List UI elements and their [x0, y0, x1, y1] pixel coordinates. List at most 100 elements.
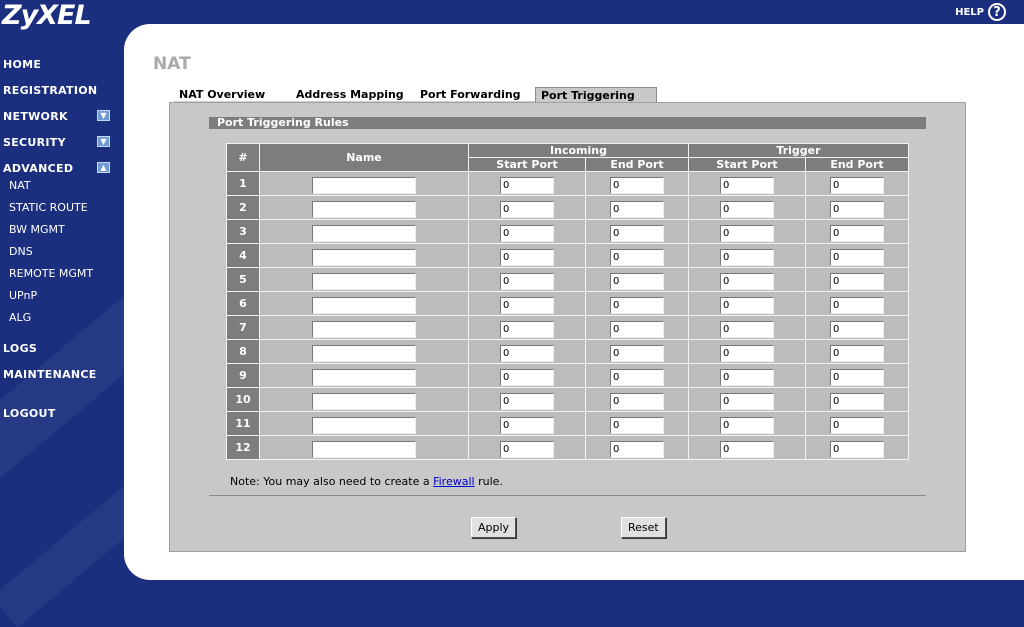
trigger-start-port-input[interactable]: [719, 441, 774, 458]
table-cell: [260, 412, 468, 435]
trigger-end-port-input[interactable]: [829, 441, 884, 458]
help-label: HELP: [955, 6, 984, 18]
trigger-start-port-input[interactable]: [719, 369, 774, 386]
rule-name-input[interactable]: [312, 177, 416, 194]
incoming-start-port-input[interactable]: [500, 273, 554, 290]
nav-registration[interactable]: REGISTRATION: [3, 84, 97, 97]
rule-name-input[interactable]: [312, 225, 416, 242]
incoming-end-port-input[interactable]: [609, 201, 664, 218]
nav-network[interactable]: NETWORK: [3, 110, 68, 123]
rule-name-input[interactable]: [312, 201, 416, 218]
incoming-end-port-input[interactable]: [609, 369, 664, 386]
chevron-down-icon[interactable]: ▼: [97, 110, 110, 121]
incoming-end-port-input[interactable]: [609, 321, 664, 338]
chevron-up-icon[interactable]: ▲: [97, 162, 110, 173]
incoming-start-port-input[interactable]: [500, 369, 554, 386]
nav-advanced-static-route[interactable]: STATIC ROUTE: [9, 201, 88, 214]
incoming-end-port-input[interactable]: [609, 393, 664, 410]
trigger-end-port-input[interactable]: [829, 345, 884, 362]
table-row: 12: [227, 436, 908, 459]
tab-nat-overview[interactable]: NAT Overview: [174, 87, 291, 102]
trigger-start-port-input[interactable]: [719, 345, 774, 362]
rule-name-input[interactable]: [312, 393, 416, 410]
trigger-end-port-input[interactable]: [829, 225, 884, 242]
rule-name-input[interactable]: [312, 417, 416, 434]
rule-name-input[interactable]: [312, 345, 416, 362]
table-cell: [260, 268, 468, 291]
table-cell: [688, 340, 805, 363]
nav-advanced-alg[interactable]: ALG: [9, 311, 31, 324]
incoming-start-port-input[interactable]: [500, 249, 554, 266]
trigger-end-port-input[interactable]: [829, 177, 884, 194]
firewall-link[interactable]: Firewall: [433, 475, 474, 488]
reset-button[interactable]: Reset: [621, 517, 666, 538]
nav-advanced-dns[interactable]: DNS: [9, 245, 33, 258]
incoming-end-port-input[interactable]: [609, 225, 664, 242]
nav-advanced-bw-mgmt[interactable]: BW MGMT: [9, 223, 65, 236]
table-cell: [469, 196, 585, 219]
trigger-start-port-input[interactable]: [719, 273, 774, 290]
trigger-start-port-input[interactable]: [719, 201, 774, 218]
nav-advanced-upnp[interactable]: UPnP: [9, 289, 37, 302]
trigger-end-port-input[interactable]: [829, 201, 884, 218]
nav-home[interactable]: HOME: [3, 58, 41, 71]
trigger-start-port-input[interactable]: [719, 393, 774, 410]
table-cell: [805, 316, 908, 339]
table-row: 8: [227, 340, 908, 363]
apply-button[interactable]: Apply: [471, 517, 517, 538]
incoming-end-port-input[interactable]: [609, 297, 664, 314]
table-cell: [469, 244, 585, 267]
incoming-end-port-input[interactable]: [609, 441, 664, 458]
tab-address-mapping[interactable]: Address Mapping: [291, 87, 415, 102]
tab-port-triggering[interactable]: Port Triggering: [535, 87, 657, 102]
rule-number: 7: [227, 316, 259, 339]
incoming-start-port-input[interactable]: [500, 321, 554, 338]
trigger-end-port-input[interactable]: [829, 297, 884, 314]
incoming-start-port-input[interactable]: [500, 297, 554, 314]
trigger-end-port-input[interactable]: [829, 249, 884, 266]
rule-name-input[interactable]: [312, 369, 416, 386]
rule-name-input[interactable]: [312, 321, 416, 338]
help-button[interactable]: HELP ?: [955, 1, 1006, 23]
trigger-start-port-input[interactable]: [719, 225, 774, 242]
nav-maintenance[interactable]: MAINTENANCE: [3, 368, 97, 381]
trigger-end-port-input[interactable]: [829, 417, 884, 434]
rule-name-input[interactable]: [312, 441, 416, 458]
trigger-start-port-input[interactable]: [719, 321, 774, 338]
incoming-start-port-input[interactable]: [500, 225, 554, 242]
incoming-start-port-input[interactable]: [500, 345, 554, 362]
trigger-start-port-input[interactable]: [719, 417, 774, 434]
rule-name-input[interactable]: [312, 273, 416, 290]
nav-logs[interactable]: LOGS: [3, 342, 37, 355]
rule-name-input[interactable]: [312, 249, 416, 266]
trigger-start-port-input[interactable]: [719, 177, 774, 194]
incoming-end-port-input[interactable]: [609, 417, 664, 434]
incoming-start-port-input[interactable]: [500, 393, 554, 410]
table-row: 5: [227, 268, 908, 291]
nav-advanced-nat[interactable]: NAT: [9, 179, 31, 192]
nav-logout[interactable]: LOGOUT: [3, 407, 56, 420]
nav-security[interactable]: SECURITY: [3, 136, 66, 149]
trigger-start-port-input[interactable]: [719, 249, 774, 266]
incoming-start-port-input[interactable]: [500, 177, 554, 194]
trigger-end-port-input[interactable]: [829, 369, 884, 386]
incoming-end-port-input[interactable]: [609, 273, 664, 290]
trigger-end-port-input[interactable]: [829, 393, 884, 410]
trigger-end-port-input[interactable]: [829, 321, 884, 338]
incoming-start-port-input[interactable]: [500, 441, 554, 458]
nav-advanced[interactable]: ADVANCED: [3, 162, 73, 175]
nav-advanced-remote-mgmt[interactable]: REMOTE MGMT: [9, 267, 93, 280]
tab-port-forwarding[interactable]: Port Forwarding: [415, 87, 535, 102]
rule-name-input[interactable]: [312, 297, 416, 314]
incoming-start-port-input[interactable]: [500, 417, 554, 434]
incoming-end-port-input[interactable]: [609, 249, 664, 266]
trigger-end-port-input[interactable]: [829, 273, 884, 290]
trigger-start-port-input[interactable]: [719, 297, 774, 314]
table-cell: [586, 292, 688, 315]
port-triggering-table: # Name Incoming Trigger Start Port End P…: [226, 143, 909, 460]
chevron-down-icon[interactable]: ▼: [97, 136, 110, 147]
incoming-start-port-input[interactable]: [500, 201, 554, 218]
incoming-end-port-input[interactable]: [609, 177, 664, 194]
table-cell: [469, 268, 585, 291]
incoming-end-port-input[interactable]: [609, 345, 664, 362]
